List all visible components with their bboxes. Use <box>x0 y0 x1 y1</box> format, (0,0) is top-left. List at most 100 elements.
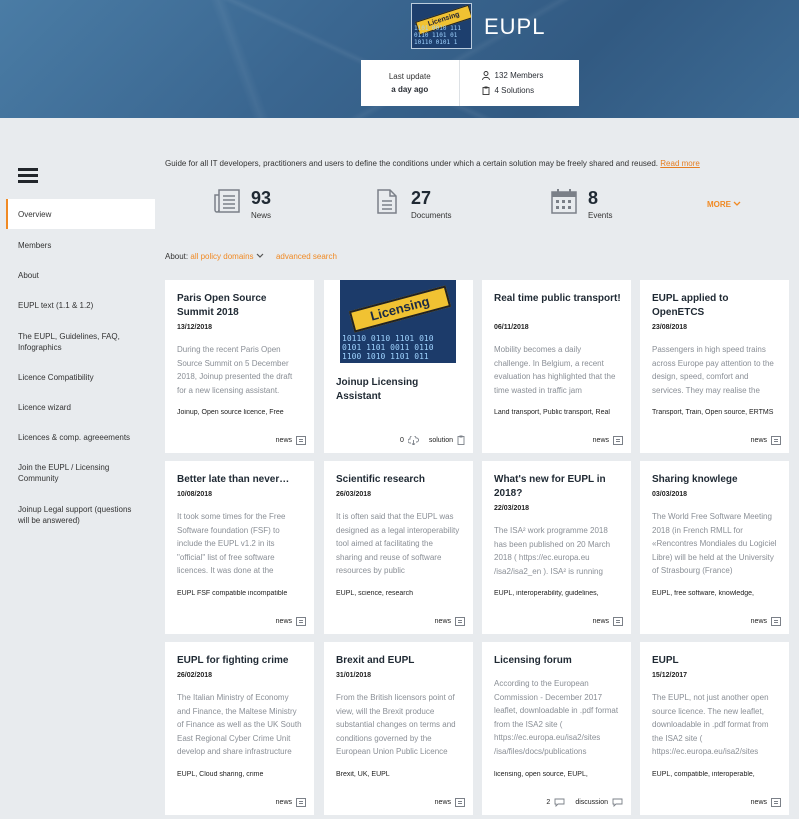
card-tags: Land transport, Public transport, Real <box>494 409 610 416</box>
content-card[interactable]: Licensing 10110 0110 1101 010 0101 1101 0… <box>324 280 473 453</box>
sidebar-item-guidelines[interactable]: The EUPL, Guidelines, FAQ, Infographics <box>6 331 136 353</box>
sidebar-item-about[interactable]: About <box>6 270 39 281</box>
card-tags: EUPL, interoperability, guidelines, <box>494 590 599 597</box>
card-excerpt: The ISA² work programme 2018 has been pu… <box>494 526 611 576</box>
menu-toggle-icon[interactable] <box>18 168 38 184</box>
card-title[interactable]: Paris Open Source Summit 2018 <box>177 292 304 320</box>
content-card[interactable]: EUPL for fighting crime 26/02/2018 The I… <box>165 642 314 815</box>
card-title[interactable]: Real time public transport! <box>494 292 621 306</box>
solutions-count[interactable]: 4 Solutions <box>482 86 580 95</box>
sidebar-item-wizard[interactable]: Licence wizard <box>6 402 71 413</box>
collection-info-box: Last update a day ago 132 Members 4 Solu… <box>361 60 579 106</box>
chevron-down-icon[interactable] <box>256 253 264 259</box>
card-tags: Transport, Train, Open source, ERTMS <box>652 409 774 416</box>
chevron-down-icon <box>733 201 741 206</box>
content-card[interactable]: Real time public transport! 06/11/2018 M… <box>482 280 631 453</box>
content-card[interactable]: EUPL applied to OpenETCS 23/08/2018 Pass… <box>640 280 789 453</box>
sidebar-item-overview[interactable]: Overview <box>6 199 155 229</box>
content-card[interactable]: Licensing forum According to the Europea… <box>482 642 631 815</box>
card-type-label: solution <box>428 436 453 444</box>
advanced-search-link[interactable]: advanced search <box>276 252 337 261</box>
card-title[interactable]: Sharing knowlege <box>652 473 779 487</box>
content-card[interactable]: EUPL 15/12/2017 The EUPL, not just anoth… <box>640 642 789 815</box>
sidebar-nav: Overview Members About EUPL text (1.1 & … <box>6 199 155 525</box>
card-type-label: news <box>275 437 292 444</box>
card-date: 23/08/2018 <box>652 324 688 331</box>
content-card[interactable]: Paris Open Source Summit 2018 13/12/2018… <box>165 280 314 453</box>
card-date: 26/03/2018 <box>336 491 372 498</box>
last-update-label: Last update <box>388 72 431 81</box>
stat-events-label: Events <box>588 211 613 220</box>
sidebar-item-join-community[interactable]: Join the EUPL / Licensing Community <box>6 462 121 484</box>
card-type: news <box>593 617 623 626</box>
stat-documents[interactable]: 27 Documents <box>373 187 451 220</box>
card-title[interactable]: Licensing forum <box>494 654 621 668</box>
document-icon <box>377 189 397 214</box>
calendar-icon <box>551 189 577 214</box>
news-icon <box>296 436 306 445</box>
content-card[interactable]: Scientific research 26/03/2018 It is oft… <box>324 461 473 634</box>
card-count: 2 <box>546 799 551 806</box>
card-date: 31/01/2018 <box>336 672 372 679</box>
card-title[interactable]: EUPL <box>652 654 779 668</box>
content-card[interactable]: Brexit and EUPL 31/01/2018 From the Brit… <box>324 642 473 815</box>
header-banner: Licensing 1101 0010 111 0110 1101 01 10110… <box>0 0 799 118</box>
card-image[interactable]: Licensing 10110 0110 1101 010 0101 1101 0… <box>340 280 456 363</box>
stats-bar: 93 News 27 Documents 8 Events <box>213 187 793 227</box>
card-type-label: news <box>750 799 767 806</box>
card-tags: Brexit, UK, EUPL <box>336 771 390 778</box>
news-icon <box>771 798 781 807</box>
card-tags: Joinup, Open source licence, Free <box>177 409 284 416</box>
card-type: news <box>751 617 781 626</box>
about-label: About: <box>165 252 189 261</box>
members-count[interactable]: 132 Members <box>481 71 580 80</box>
read-more-link[interactable]: Read more <box>660 159 700 168</box>
card-title[interactable]: Scientific research <box>336 473 463 487</box>
card-type-label: news <box>275 618 292 625</box>
binary-decoration: 10110 0110 1101 010 0101 1101 0011 0110 11… <box>342 334 434 361</box>
card-title[interactable]: What's new for EUPL in 2018? <box>494 473 621 501</box>
card-type-label: news <box>750 437 767 444</box>
card-type-label: news <box>434 799 451 806</box>
more-button[interactable]: MORE <box>707 200 741 209</box>
card-title[interactable]: EUPL applied to OpenETCS <box>652 292 779 320</box>
card-type: news <box>276 436 306 445</box>
stat-news[interactable]: 93 News <box>213 187 271 220</box>
card-title[interactable]: Better late than never… <box>177 473 304 487</box>
sidebar-item-eupl-text[interactable]: EUPL text (1.1 & 1.2) <box>6 300 93 311</box>
stat-documents-label: Documents <box>411 211 452 220</box>
intro-description: Guide for all IT developers, practitione… <box>165 159 659 168</box>
card-type-label: discussion <box>575 799 608 806</box>
card-title[interactable]: Brexit and EUPL <box>336 654 463 668</box>
page-title: EUPL <box>484 14 546 39</box>
policy-domain-select[interactable]: all policy domains <box>190 252 253 261</box>
content-card[interactable]: Sharing knowlege 03/03/2018 The World Fr… <box>640 461 789 634</box>
news-icon <box>296 798 306 807</box>
sidebar-item-compatibility[interactable]: Licence Compatibility <box>6 372 94 383</box>
card-date: 22/03/2018 <box>494 505 530 512</box>
last-update: Last update a day ago <box>361 60 460 106</box>
card-type: news <box>435 798 465 807</box>
more-label: MORE <box>707 200 731 209</box>
members-label: 132 Members <box>494 71 544 80</box>
card-tags: EUPL, science, research <box>336 590 414 597</box>
card-excerpt: During the recent Paris Open Source Summ… <box>177 345 293 395</box>
card-title[interactable]: Joinup Licensing Assistant <box>336 376 463 404</box>
sidebar-item-licences-agreements[interactable]: Licences & comp. agreeements <box>6 432 130 443</box>
sidebar-item-members[interactable]: Members <box>6 240 51 251</box>
news-icon <box>455 798 465 807</box>
card-type: news <box>276 798 306 807</box>
counts: 132 Members 4 Solutions <box>460 60 580 106</box>
comment-icon <box>554 798 565 807</box>
card-type: news <box>276 617 306 626</box>
card-title[interactable]: EUPL for fighting crime <box>177 654 304 668</box>
stat-events[interactable]: 8 Events <box>550 187 612 220</box>
card-type: news <box>751 798 781 807</box>
logo-binary-decoration: 1101 0010 111 0110 1101 01 10110 0101 1 <box>414 25 461 46</box>
sidebar-item-legal-support[interactable]: Joinup Legal support (questions will be … <box>6 504 141 526</box>
content-card[interactable]: What's new for EUPL in 2018? 22/03/2018 … <box>482 461 631 634</box>
card-tags: licensing, open source, EUPL, <box>494 771 588 778</box>
card-date: 15/12/2017 <box>652 672 688 679</box>
card-excerpt: The World Free Software Meeting 2018 (in… <box>652 512 777 575</box>
content-card[interactable]: Better late than never… 10/08/2018 It to… <box>165 461 314 634</box>
